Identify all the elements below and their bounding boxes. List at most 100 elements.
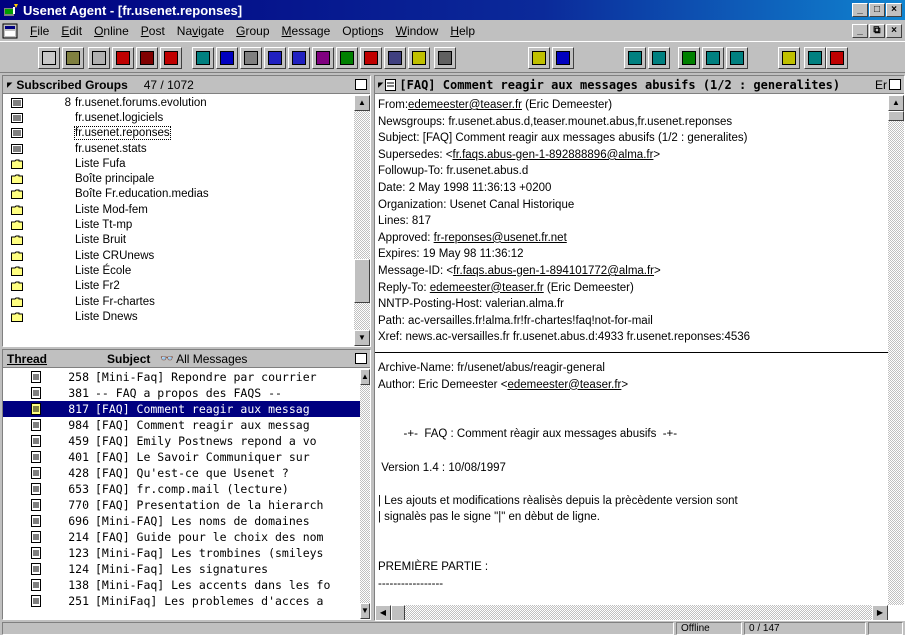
delete-button[interactable] bbox=[826, 47, 848, 69]
thread-row[interactable]: 984 [FAQ] Comment reagir aux messag bbox=[3, 417, 360, 433]
header-link[interactable]: fr-reponses@usenet.fr.net bbox=[434, 232, 567, 244]
next-button[interactable] bbox=[678, 47, 700, 69]
thread-row[interactable]: 653 [FAQ] fr.comp.mail (lecture) bbox=[3, 481, 360, 497]
thread-row[interactable]: 138 [Mini-Faq] Les accents dans les fo bbox=[3, 577, 360, 593]
document-window-icon[interactable] bbox=[2, 23, 18, 39]
menu-navigate[interactable]: Navigate bbox=[171, 24, 230, 38]
thread-row[interactable]: 401 [FAQ] Le Savoir Communiquer sur bbox=[3, 449, 360, 465]
print-button[interactable] bbox=[88, 47, 110, 69]
close-button[interactable]: × bbox=[886, 3, 902, 17]
save-button[interactable] bbox=[62, 47, 84, 69]
scroll-right-arrow[interactable]: ▶ bbox=[872, 605, 888, 620]
star-button[interactable] bbox=[528, 47, 550, 69]
sort-button[interactable] bbox=[240, 47, 262, 69]
prev-button[interactable] bbox=[702, 47, 724, 69]
thread-row[interactable]: 696 [Mini-FAQ] Les noms de domaines bbox=[3, 513, 360, 529]
menu-file[interactable]: File bbox=[24, 24, 55, 38]
thread-row[interactable]: 381 -- FAQ a propos des FAQS -- bbox=[3, 385, 360, 401]
menu-help[interactable]: Help bbox=[444, 24, 481, 38]
open-button[interactable] bbox=[38, 47, 60, 69]
thread-row[interactable]: 428 [FAQ] Qu'est-ce que Usenet ? bbox=[3, 465, 360, 481]
thread-scrollbar[interactable]: ▲ ▼ bbox=[360, 369, 370, 619]
group-row[interactable]: Liste CRUnews bbox=[3, 248, 354, 263]
child-minimize-button[interactable]: _ bbox=[852, 23, 868, 38]
horizontal-scrollbar[interactable]: ◀ ▶ bbox=[375, 605, 888, 620]
thread-row[interactable]: 214 [FAQ] Guide pour le choix des nom bbox=[3, 529, 360, 545]
compose-button[interactable] bbox=[384, 47, 406, 69]
message-scrollbar[interactable]: ▲ bbox=[888, 95, 904, 605]
menu-post[interactable]: Post bbox=[135, 24, 171, 38]
menu-online[interactable]: Online bbox=[88, 24, 135, 38]
h-scroll-thumb[interactable] bbox=[391, 605, 405, 620]
pane-maximize-button[interactable] bbox=[355, 79, 367, 90]
headers-button[interactable] bbox=[192, 47, 214, 69]
group-row[interactable]: Liste Tt-mp bbox=[3, 217, 354, 232]
group-row[interactable]: Liste École bbox=[3, 263, 354, 278]
thread-row[interactable]: 459 [FAQ] Emily Postnews repond a vo bbox=[3, 433, 360, 449]
groups-scrollbar[interactable]: ▲ ▼ bbox=[354, 95, 370, 346]
group-row[interactable]: fr.usenet.logiciels bbox=[3, 110, 354, 125]
group-row[interactable]: Liste Fr2 bbox=[3, 279, 354, 294]
reply-button[interactable] bbox=[136, 47, 158, 69]
group-row[interactable]: Liste Mod-fem bbox=[3, 202, 354, 217]
thread-row[interactable]: 124 [Mini-Faq] Les signatures bbox=[3, 561, 360, 577]
menu-message[interactable]: Message bbox=[276, 24, 337, 38]
header-link[interactable]: edemeester@teaser.fr bbox=[430, 282, 544, 294]
scroll-up-arrow[interactable]: ▲ bbox=[360, 369, 370, 385]
scroll-thumb[interactable] bbox=[354, 259, 370, 303]
message-filter[interactable]: All Messages bbox=[176, 352, 247, 366]
thread-row[interactable]: 770 [FAQ] Presentation de la hierarch bbox=[3, 497, 360, 513]
minimize-button[interactable]: _ bbox=[852, 3, 868, 17]
header-link[interactable]: fr.faqs.abus-gen-1-894101772@alma.fr bbox=[453, 265, 654, 277]
download-button[interactable] bbox=[264, 47, 286, 69]
group-row[interactable]: Liste Fufa bbox=[3, 156, 354, 171]
pane-maximize-button[interactable] bbox=[355, 353, 367, 364]
child-restore-button[interactable]: ⧉ bbox=[869, 23, 885, 38]
maximize-button[interactable]: □ bbox=[869, 3, 885, 17]
stop-button[interactable] bbox=[336, 47, 358, 69]
scroll-up-arrow[interactable]: ▲ bbox=[888, 95, 904, 111]
child-close-button[interactable]: × bbox=[886, 23, 902, 38]
cancel-button[interactable] bbox=[360, 47, 382, 69]
pane-maximize-button[interactable] bbox=[889, 79, 901, 90]
thread-row[interactable]: 258 [Mini-Faq] Repondre par courrier bbox=[3, 369, 360, 385]
group-row[interactable]: fr.usenet.stats bbox=[3, 141, 354, 156]
collapse-button[interactable] bbox=[648, 47, 670, 69]
menu-window[interactable]: Window bbox=[390, 24, 445, 38]
info-button[interactable] bbox=[408, 47, 430, 69]
header-link[interactable]: fr.faqs.abus-gen-1-892888896@alma.fr bbox=[453, 149, 654, 161]
lock-button[interactable] bbox=[312, 47, 334, 69]
forward-button[interactable] bbox=[160, 47, 182, 69]
menu-edit[interactable]: Edit bbox=[55, 24, 88, 38]
scroll-left-arrow[interactable]: ◀ bbox=[375, 605, 391, 620]
filter-button[interactable] bbox=[216, 47, 238, 69]
thread-button[interactable] bbox=[726, 47, 748, 69]
header-link[interactable]: edemeester@teaser.fr bbox=[408, 99, 522, 111]
group-row[interactable]: Boîte Fr.education.medias bbox=[3, 187, 354, 202]
expand-button[interactable] bbox=[624, 47, 646, 69]
scroll-thumb[interactable] bbox=[888, 111, 904, 121]
subject-column-header[interactable]: Subject bbox=[107, 352, 150, 366]
offline-button[interactable] bbox=[288, 47, 310, 69]
group-row[interactable]: Boîte principale bbox=[3, 171, 354, 186]
thread-column-header[interactable]: Thread bbox=[7, 352, 47, 366]
note-button[interactable] bbox=[778, 47, 800, 69]
group-row[interactable]: Liste Fr-chartes bbox=[3, 294, 354, 309]
attach-button[interactable] bbox=[804, 47, 826, 69]
thread-row[interactable]: 123 [Mini-Faq] Les trombines (smileys bbox=[3, 545, 360, 561]
body-link[interactable]: edemeester@teaser.fr bbox=[507, 379, 621, 391]
scroll-down-arrow[interactable]: ▼ bbox=[360, 603, 370, 619]
menu-group[interactable]: Group bbox=[230, 24, 275, 38]
scroll-down-arrow[interactable]: ▼ bbox=[354, 330, 370, 346]
scroll-up-arrow[interactable]: ▲ bbox=[354, 95, 370, 111]
group-row[interactable]: Liste Dnews bbox=[3, 309, 354, 324]
stop-sign-button[interactable] bbox=[434, 47, 456, 69]
menu-options[interactable]: Options bbox=[336, 24, 389, 38]
group-row[interactable]: fr.usenet.reponses bbox=[3, 126, 354, 141]
thread-row[interactable]: 251 [MiniFaq] Les problemes d'acces a bbox=[3, 593, 360, 609]
mark-button[interactable] bbox=[552, 47, 574, 69]
group-row[interactable]: Liste Bruit bbox=[3, 233, 354, 248]
thread-row[interactable]: 817 [FAQ] Comment reagir aux messag bbox=[3, 401, 360, 417]
new-message-button[interactable] bbox=[112, 47, 134, 69]
group-row[interactable]: 8 fr.usenet.forums.evolution bbox=[3, 95, 354, 110]
